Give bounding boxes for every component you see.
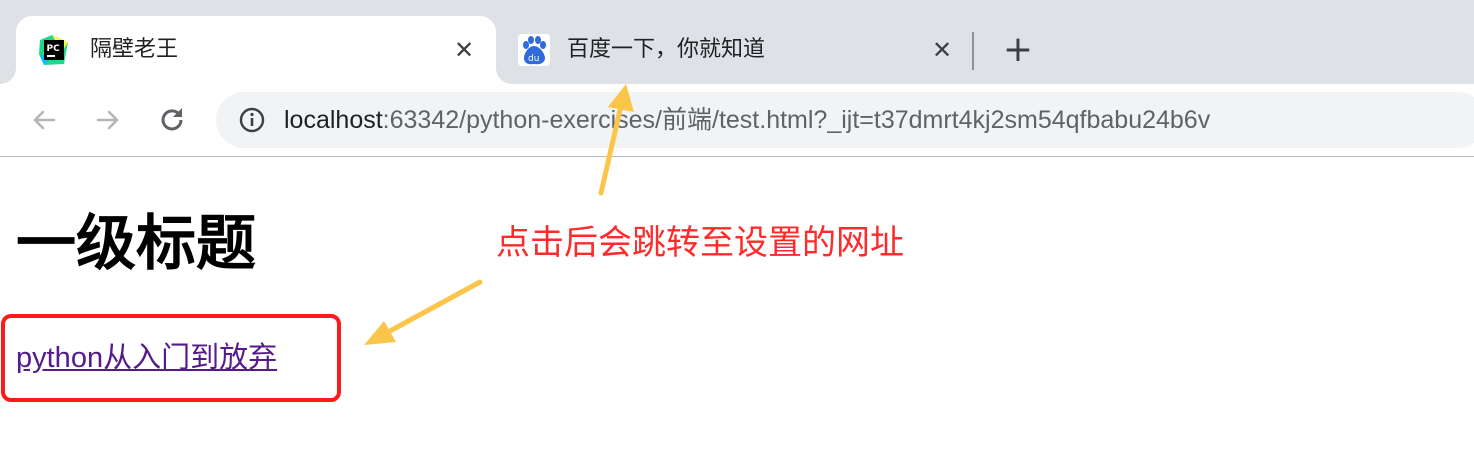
pycharm-icon: PC (39, 35, 68, 65)
page-heading: 一级标题 (16, 209, 256, 279)
close-tab-icon[interactable]: ✕ (928, 36, 956, 64)
url-host: localhost (284, 106, 383, 134)
close-tab-icon[interactable]: ✕ (450, 36, 478, 64)
new-tab-button[interactable]: + (1000, 32, 1036, 69)
tab-title: 隔壁老王 (90, 37, 179, 62)
svg-text:du: du (528, 54, 539, 64)
tab-active[interactable]: PC 隔壁老王 ✕ (16, 16, 496, 84)
reload-icon[interactable] (156, 104, 188, 136)
tab-title: 百度一下，你就知道 (567, 37, 766, 62)
url-path: :63342/python-exercises/前端/test.html?_ij… (382, 106, 1211, 134)
address-bar[interactable]: localhost:63342/python-exercises/前端/test… (216, 92, 1474, 148)
url-text[interactable]: localhost:63342/python-exercises/前端/test… (284, 105, 1210, 135)
highlight-box (1, 314, 341, 402)
tab-inactive[interactable]: du 百度一下，你就知道 ✕ (500, 16, 970, 84)
info-icon[interactable] (238, 106, 266, 134)
toolbar: localhost:63342/python-exercises/前端/test… (0, 84, 1474, 157)
annotation-text: 点击后会跳转至设置的网址 (496, 223, 904, 263)
tab-strip: PC 隔壁老王 ✕ du 百度一下，你就知道 ✕ + (0, 0, 1474, 84)
forward-arrow-icon[interactable] (92, 104, 124, 136)
back-arrow-icon[interactable] (28, 104, 60, 136)
svg-text:PC: PC (47, 44, 61, 54)
baidu-icon: du (518, 34, 550, 66)
tab-separator (972, 32, 974, 70)
arrow-to-link (364, 279, 483, 345)
